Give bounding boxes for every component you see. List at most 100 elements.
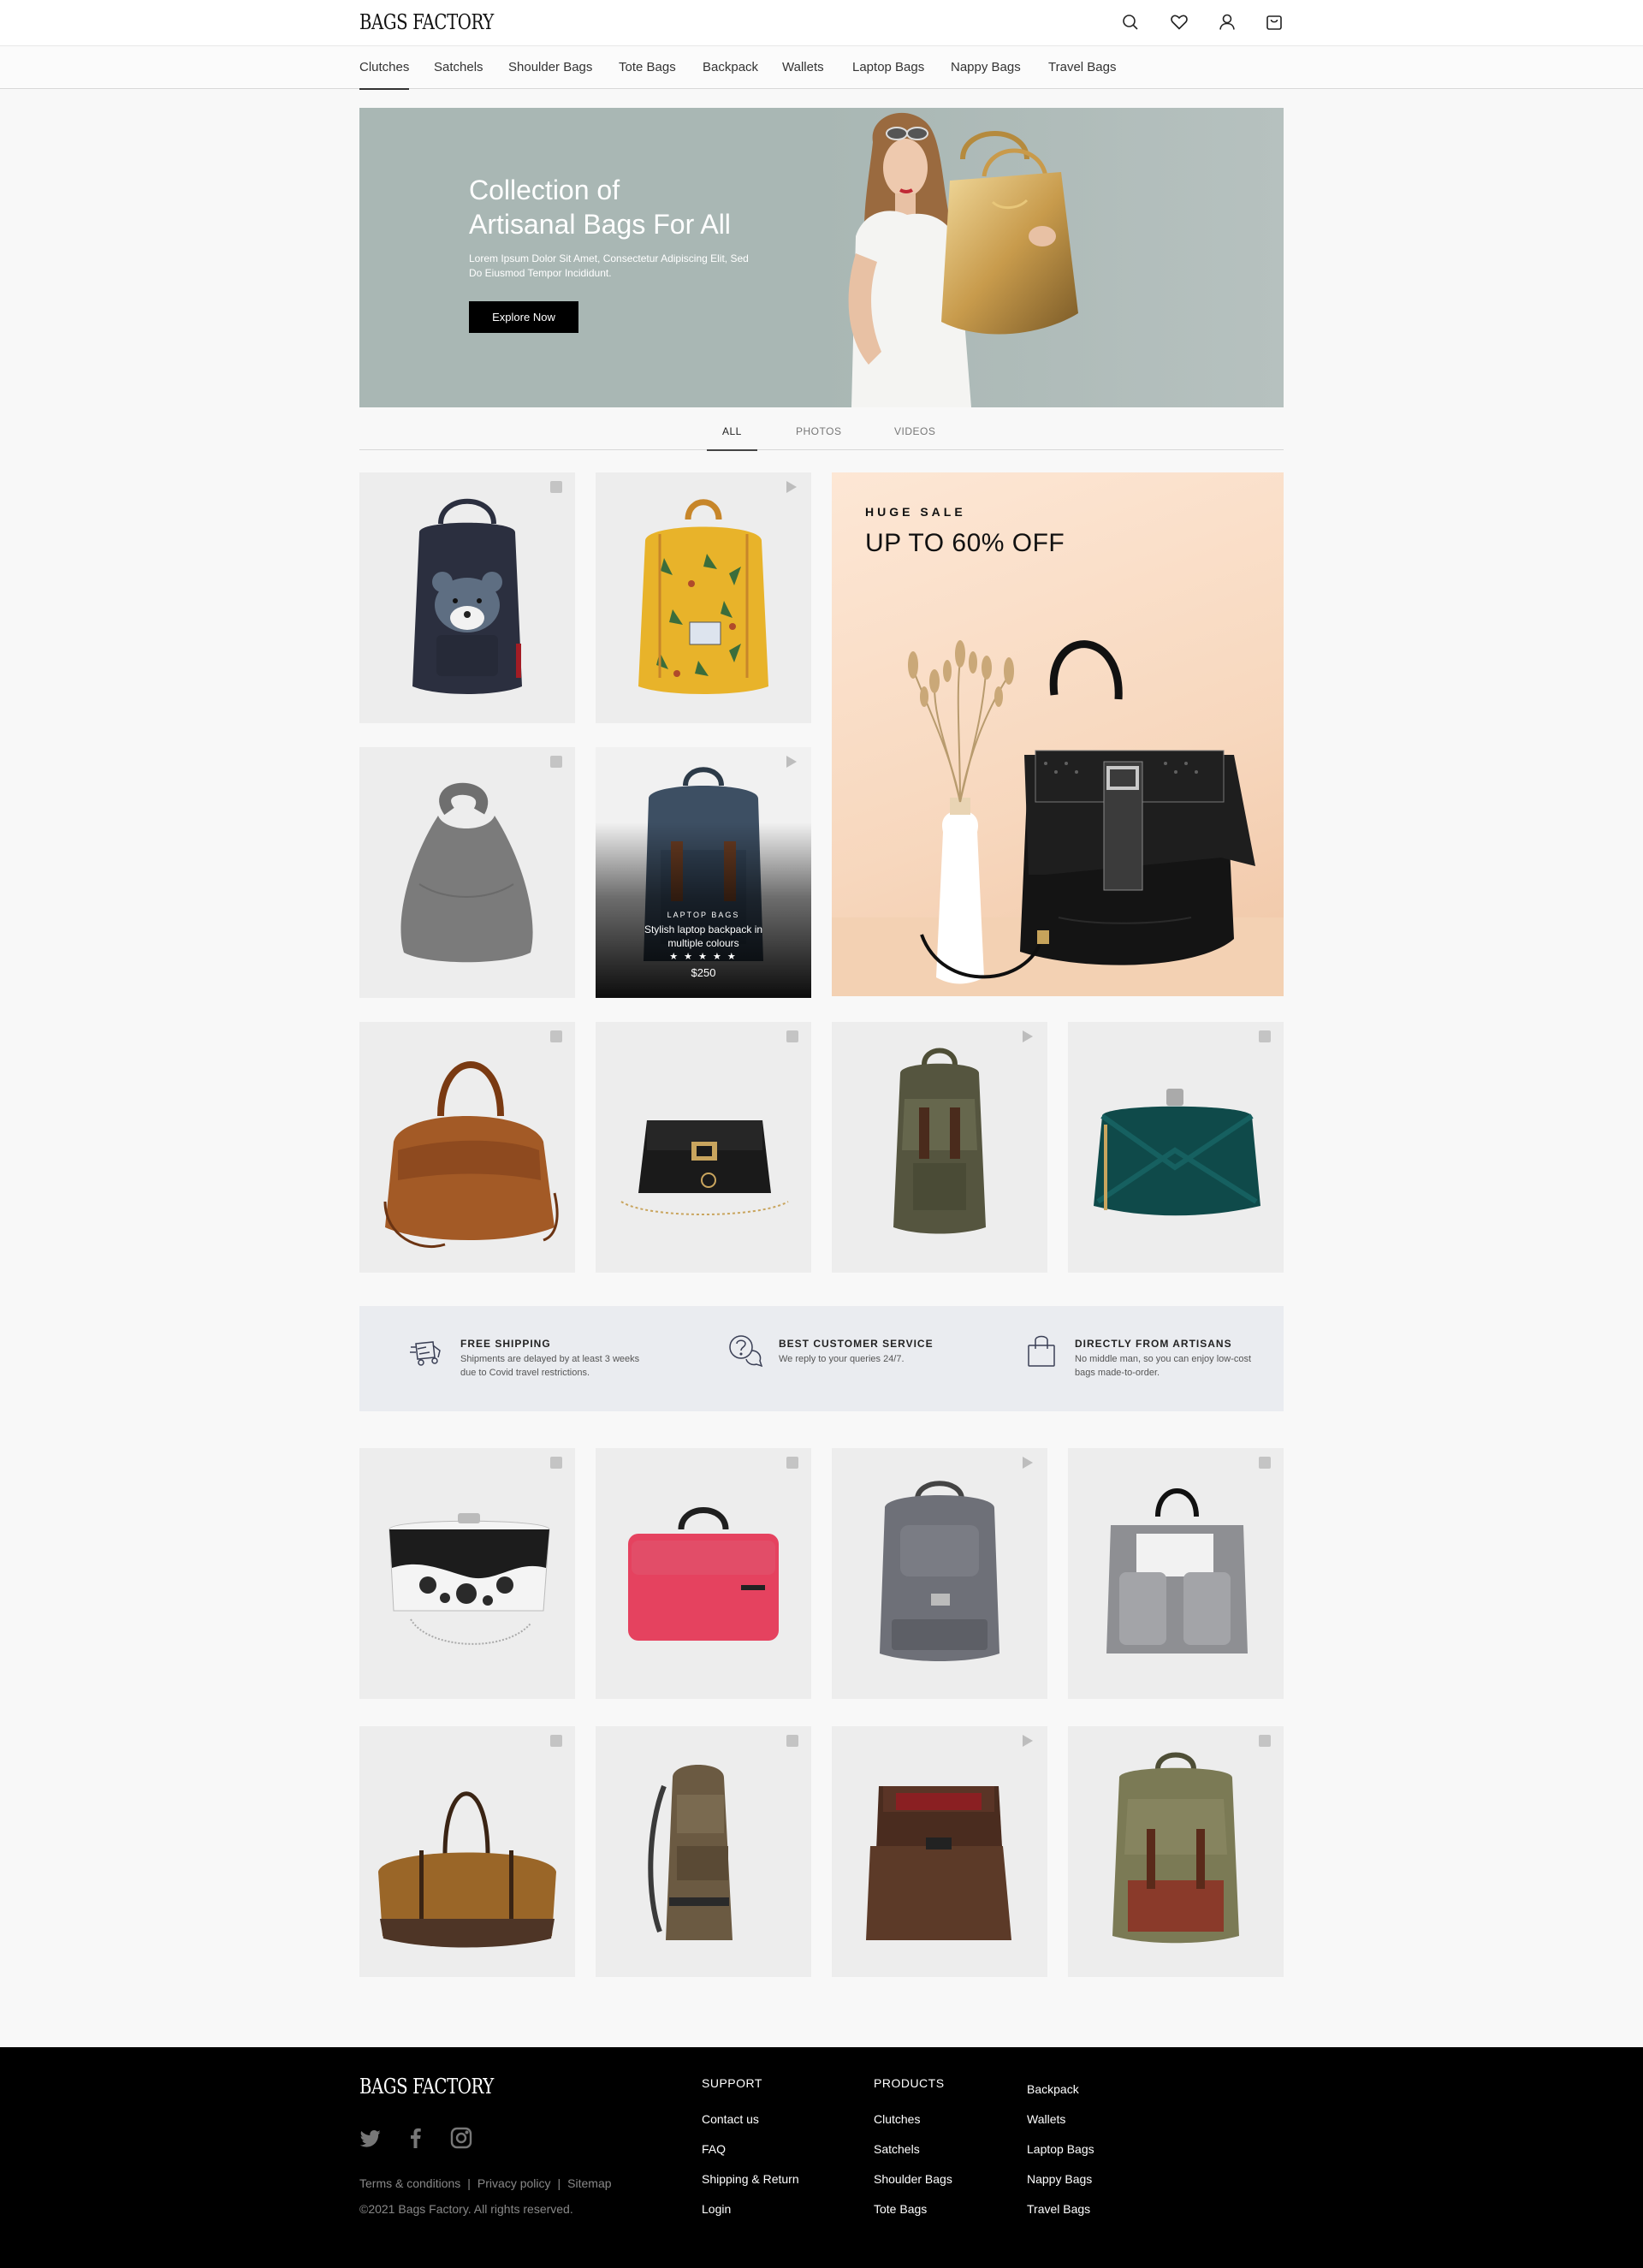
media-filter-tabs: ALL PHOTOS VIDEOS <box>359 418 1284 451</box>
product-card[interactable] <box>596 1726 811 1977</box>
site-header: BAGS FACTORY <box>0 0 1643 45</box>
footer-link-shipping[interactable]: Shipping & Return <box>702 2172 799 2186</box>
product-card[interactable] <box>1068 1022 1284 1273</box>
sale-title: UP TO 60% OFF <box>865 529 1065 557</box>
product-image <box>1112 1752 1239 1944</box>
product-image <box>383 1061 559 1249</box>
explore-now-button[interactable]: Explore Now <box>469 301 578 333</box>
shopping-bag-icon <box>1028 1335 1055 1367</box>
footer-products-heading: PRODUCTS <box>874 2076 945 2090</box>
footer-link-shoulder-bags[interactable]: Shoulder Bags <box>874 2172 952 2186</box>
category-backpack[interactable]: Backpack <box>703 60 758 74</box>
tab-videos[interactable]: VIDEOS <box>894 425 935 437</box>
search-icon[interactable] <box>1119 11 1142 33</box>
product-image <box>893 1048 986 1234</box>
product-card[interactable] <box>1068 1726 1284 1977</box>
feature-title: DIRECTLY FROM ARTISANS <box>1075 1338 1232 1350</box>
product-image <box>648 1765 733 1940</box>
footer-link-login[interactable]: Login <box>702 2202 731 2216</box>
tab-photos[interactable]: PHOTOS <box>796 425 841 437</box>
category-laptop-bags[interactable]: Laptop Bags <box>852 60 924 74</box>
heart-icon[interactable] <box>1168 11 1190 33</box>
hero-banner: Collection of Artisanal Bags For All Lor… <box>359 108 1284 407</box>
feature-title: BEST CUSTOMER SERVICE <box>779 1338 934 1350</box>
photo-indicator-icon <box>550 481 562 493</box>
product-card[interactable] <box>359 1448 575 1699</box>
privacy-policy-link[interactable]: Privacy policy <box>477 2176 551 2190</box>
product-card[interactable] <box>596 472 811 723</box>
category-satchels[interactable]: Satchels <box>434 60 483 74</box>
instagram-icon[interactable] <box>449 2126 473 2150</box>
category-wallets[interactable]: Wallets <box>782 60 824 74</box>
product-image <box>412 498 522 694</box>
footer-brand-logo[interactable]: BAGS FACTORY <box>359 2075 494 2099</box>
product-card[interactable] <box>1068 1448 1284 1699</box>
twitter-icon[interactable] <box>359 2126 383 2150</box>
product-card[interactable] <box>596 1022 811 1273</box>
photo-indicator-icon <box>550 1735 562 1747</box>
footer-link-clutches[interactable]: Clutches <box>874 2112 920 2126</box>
category-nappy-bags[interactable]: Nappy Bags <box>951 60 1021 74</box>
question-chat-icon <box>729 1335 763 1368</box>
product-card[interactable] <box>596 1448 811 1699</box>
product-card[interactable] <box>359 747 575 998</box>
category-clutches[interactable]: Clutches <box>359 60 410 90</box>
user-icon[interactable] <box>1216 11 1238 33</box>
site-footer: BAGS FACTORY Terms & conditions | Privacy … <box>0 2047 1643 2268</box>
product-card[interactable] <box>832 1448 1047 1699</box>
category-travel-bags[interactable]: Travel Bags <box>1048 60 1116 74</box>
brand-logo[interactable]: BAGS FACTORY <box>359 10 494 34</box>
sale-kicker: HUGE SALE <box>865 505 966 519</box>
video-indicator-icon <box>1023 1030 1033 1042</box>
bag-icon[interactable] <box>1263 11 1285 33</box>
terms-link[interactable]: Terms & conditions <box>359 2176 460 2190</box>
product-image <box>638 499 768 694</box>
featured-rating-stars: ★ ★ ★ ★ ★ <box>669 952 738 962</box>
product-image <box>620 1120 789 1215</box>
product-card[interactable] <box>832 1726 1047 1977</box>
hero-subtitle: Lorem Ipsum Dolor Sit Amet, Consectetur … <box>469 252 749 279</box>
photo-indicator-icon <box>786 1030 798 1042</box>
footer-support-heading: SUPPORT <box>702 2076 762 2090</box>
footer-link-wallets[interactable]: Wallets <box>1027 2112 1065 2126</box>
footer-link-tote-bags[interactable]: Tote Bags <box>874 2202 927 2216</box>
copyright-text: ©2021 Bags Factory. All rights reserved. <box>359 2202 573 2216</box>
sitemap-link[interactable]: Sitemap <box>567 2176 611 2190</box>
product-image <box>628 1507 779 1641</box>
sale-banner[interactable]: HUGE SALE UP TO 60% OFF <box>832 472 1284 996</box>
photo-indicator-icon <box>550 1457 562 1469</box>
category-shoulder-bags[interactable]: Shoulder Bags <box>508 60 592 74</box>
feature-title: FREE SHIPPING <box>460 1338 551 1350</box>
photo-indicator-icon <box>786 1457 798 1469</box>
hero-title-line-1: Collection of <box>469 175 620 205</box>
product-card[interactable] <box>832 1022 1047 1273</box>
delivery-icon <box>410 1341 441 1366</box>
footer-link-nappy-bags[interactable]: Nappy Bags <box>1027 2172 1092 2186</box>
footer-link-faq[interactable]: FAQ <box>702 2142 726 2156</box>
photo-indicator-icon <box>1259 1457 1271 1469</box>
footer-link-satchels[interactable]: Satchels <box>874 2142 920 2156</box>
footer-link-travel-bags[interactable]: Travel Bags <box>1027 2202 1090 2216</box>
photo-indicator-icon <box>786 1735 798 1747</box>
hero-title: Collection of Artisanal Bags For All <box>469 173 731 241</box>
product-image <box>1106 1488 1248 1654</box>
legal-links: Terms & conditions | Privacy policy | Sitema… <box>359 2176 612 2190</box>
footer-link-contact[interactable]: Contact us <box>702 2112 759 2126</box>
video-indicator-icon <box>1023 1735 1033 1747</box>
video-indicator-icon <box>786 756 797 768</box>
product-card[interactable] <box>359 1726 575 1977</box>
tab-all[interactable]: ALL <box>707 425 757 451</box>
photo-indicator-icon <box>1259 1030 1271 1042</box>
product-card[interactable] <box>359 1022 575 1273</box>
photo-indicator-icon <box>550 756 562 768</box>
category-tote-bags[interactable]: Tote Bags <box>619 60 676 74</box>
features-strip: FREE SHIPPING Shipments are delayed by a… <box>359 1306 1284 1411</box>
product-image <box>400 782 533 963</box>
feature-text: We reply to your queries 24/7. <box>779 1354 905 1364</box>
footer-link-laptop-bags[interactable]: Laptop Bags <box>1027 2142 1094 2156</box>
footer-link-backpack[interactable]: Backpack <box>1027 2082 1079 2096</box>
facebook-icon[interactable] <box>404 2126 428 2150</box>
product-card[interactable] <box>359 472 575 723</box>
feature-text: No middle man, so you can enjoy low-cost… <box>1075 1354 1252 1378</box>
featured-product-card[interactable]: LAPTOP BAGS Stylish laptop backpack in m… <box>596 747 811 998</box>
